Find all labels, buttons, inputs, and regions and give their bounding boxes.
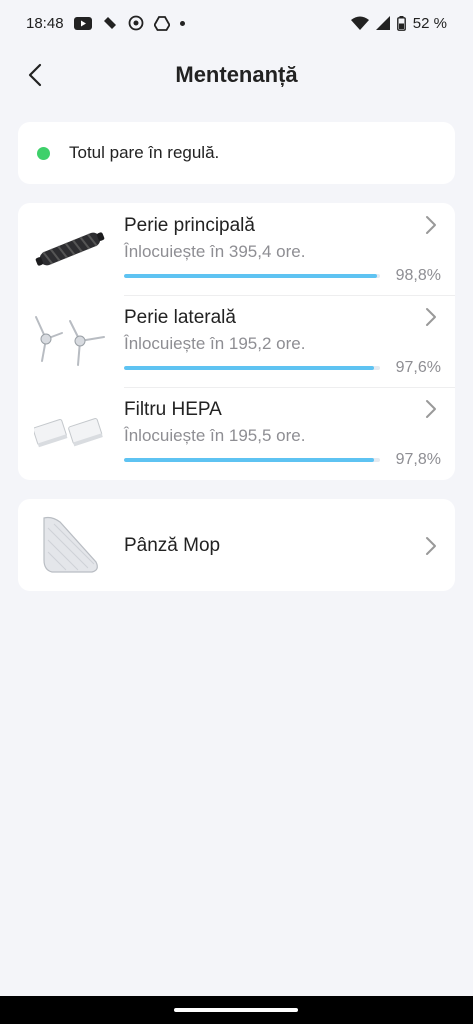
chevron-right-icon bbox=[426, 308, 436, 326]
battery-icon bbox=[396, 15, 406, 31]
home-handle[interactable] bbox=[174, 1008, 298, 1012]
mop-cloth-icon bbox=[43, 516, 98, 573]
progress-fill bbox=[124, 458, 375, 462]
dot-icon bbox=[179, 20, 185, 26]
status-time: 18:48 bbox=[26, 14, 64, 32]
header: Mentenanță bbox=[0, 50, 473, 100]
youtube-icon bbox=[73, 16, 92, 30]
camera-target-icon bbox=[128, 15, 143, 31]
drive-icon bbox=[153, 15, 170, 31]
page-title: Mentenanță bbox=[175, 62, 298, 87]
item-name: Perie principală bbox=[124, 215, 255, 236]
item-remaining: Înlocuiește în 195,2 ore. bbox=[124, 334, 306, 353]
battery-percent: 52 % bbox=[412, 14, 447, 32]
item-hepa-filter[interactable]: Filtru HEPA Înlocuiește în 195,5 ore. 97… bbox=[18, 387, 455, 479]
status-card: Totul pare în regulă. bbox=[18, 122, 455, 184]
progress-bar bbox=[124, 274, 380, 278]
chevron-left-icon bbox=[28, 63, 42, 87]
item-percent: 97,8% bbox=[395, 451, 441, 468]
chevron-right-icon bbox=[426, 537, 436, 555]
progress-bar bbox=[124, 366, 380, 370]
progress-fill bbox=[124, 366, 374, 370]
progress-bar bbox=[124, 458, 380, 462]
signal-icon bbox=[375, 16, 390, 30]
item-side-brush[interactable]: Perie laterală Înlocuiește în 195,2 ore.… bbox=[18, 295, 455, 387]
item-percent: 98,8% bbox=[395, 267, 441, 284]
wifi-icon bbox=[350, 16, 369, 30]
item-name: Perie laterală bbox=[124, 307, 236, 328]
status-ok-indicator bbox=[37, 146, 50, 160]
item-main-brush[interactable]: Perie principală Înlocuiește în 395,4 or… bbox=[18, 203, 455, 295]
item-remaining: Înlocuiește în 195,5 ore. bbox=[124, 426, 306, 445]
item-mop-cloth[interactable]: Pânză Mop bbox=[18, 499, 455, 591]
item-percent: 97,6% bbox=[395, 359, 441, 376]
hepa-filter-icon bbox=[34, 418, 103, 448]
item-remaining: Înlocuiește în 395,4 ore. bbox=[124, 242, 306, 261]
item-name: Pânză Mop bbox=[124, 535, 221, 556]
back-button[interactable] bbox=[18, 58, 52, 92]
progress-fill bbox=[124, 274, 377, 278]
tidal-icon bbox=[103, 17, 116, 29]
main-brush-icon bbox=[35, 232, 105, 266]
item-name: Filtru HEPA bbox=[124, 399, 222, 420]
status-text: Totul pare în regulă. bbox=[69, 143, 220, 162]
status-bar: 18:48 52 % bbox=[0, 0, 473, 46]
consumables-card: Perie principală Înlocuiește în 395,4 or… bbox=[18, 203, 455, 480]
side-brush-icon bbox=[35, 316, 105, 366]
chevron-right-icon bbox=[426, 216, 436, 234]
system-nav-bar bbox=[0, 996, 473, 1024]
chevron-right-icon bbox=[426, 400, 436, 418]
